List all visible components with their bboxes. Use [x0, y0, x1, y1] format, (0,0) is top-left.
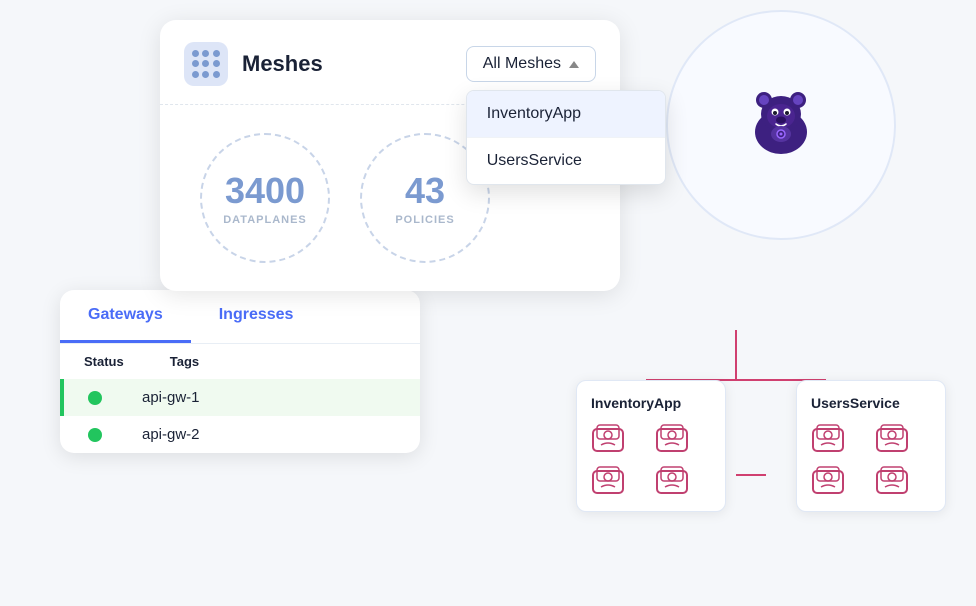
- service-icon: [591, 463, 625, 497]
- dropdown-menu: InventoryApp UsersService: [466, 90, 666, 185]
- dropdown-option-usersservice[interactable]: UsersService: [467, 138, 665, 184]
- option-label-users: UsersService: [487, 152, 582, 169]
- dataplanes-label: DATAPLANES: [223, 214, 307, 226]
- service-icon: [655, 421, 689, 455]
- dropdown-button[interactable]: All Meshes: [466, 46, 596, 82]
- inventory-app-box: InventoryApp: [576, 380, 726, 512]
- dropdown-label: All Meshes: [483, 55, 561, 73]
- tab-ingresses[interactable]: Ingresses: [191, 290, 322, 343]
- service-icon: [655, 463, 689, 497]
- meshes-header: Meshes All Meshes InventoryApp UsersServ…: [160, 20, 620, 105]
- service-icon: [875, 421, 909, 455]
- kuma-logo-circle: [666, 10, 896, 240]
- row-tag-1: api-gw-1: [142, 389, 200, 406]
- gateways-table: Status Tags api-gw-1 api-gw-2: [60, 344, 420, 453]
- users-service-title: UsersService: [811, 395, 931, 411]
- policies-number: 43: [405, 170, 445, 212]
- row-tag-2: api-gw-2: [142, 426, 200, 443]
- tab-gateways[interactable]: Gateways: [60, 290, 191, 343]
- table-row[interactable]: api-gw-2: [60, 416, 420, 453]
- kuma-bear-icon: [736, 80, 826, 170]
- users-icons-grid: [811, 421, 931, 497]
- table-header: Status Tags: [60, 344, 420, 379]
- tab-ingresses-label: Ingresses: [219, 306, 294, 323]
- grid-icon: [184, 42, 228, 86]
- dataplanes-stat: 3400 DATAPLANES: [200, 133, 330, 263]
- status-dot-green: [88, 391, 102, 405]
- gateways-tabs: Gateways Ingresses: [60, 290, 420, 344]
- option-label-inventory: InventoryApp: [487, 105, 581, 122]
- header-status: Status: [84, 354, 124, 369]
- dropdown-arrow-icon: [569, 61, 579, 68]
- table-row[interactable]: api-gw-1: [60, 379, 420, 416]
- users-service-box: UsersService: [796, 380, 946, 512]
- page-scene: Meshes All Meshes InventoryApp UsersServ…: [0, 0, 976, 606]
- meshes-dropdown[interactable]: All Meshes InventoryApp UsersService: [466, 46, 596, 82]
- service-icon: [591, 421, 625, 455]
- tab-gateways-label: Gateways: [88, 306, 163, 323]
- policies-label: POLICIES: [395, 214, 454, 226]
- service-icon: [811, 463, 845, 497]
- dataplanes-number: 3400: [225, 170, 305, 212]
- meshes-title: Meshes: [242, 51, 323, 77]
- mesh-diagram: InventoryApp: [516, 320, 956, 580]
- gateways-card: Gateways Ingresses Status Tags api-gw-1 …: [60, 290, 420, 453]
- dropdown-option-inventoryapp[interactable]: InventoryApp: [467, 91, 665, 138]
- inventory-app-title: InventoryApp: [591, 395, 711, 411]
- header-tags: Tags: [170, 354, 199, 369]
- meshes-card: Meshes All Meshes InventoryApp UsersServ…: [160, 20, 620, 291]
- service-icon: [875, 463, 909, 497]
- status-dot-green-2: [88, 428, 102, 442]
- service-icon: [811, 421, 845, 455]
- inventory-icons-grid: [591, 421, 711, 497]
